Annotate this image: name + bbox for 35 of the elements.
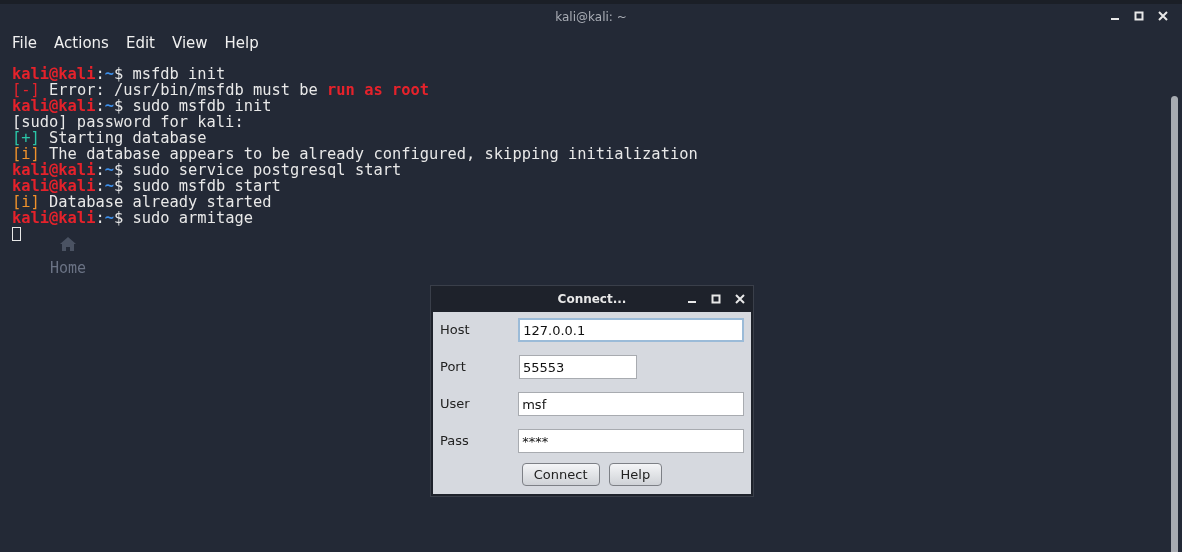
menu-item[interactable]: Edit — [117, 31, 163, 55]
terminal-line: kali@kali:~$ msfdb init — [12, 66, 227, 82]
terminal-line: kali@kali:~$ sudo msfdb init — [12, 98, 273, 114]
dialog-title: Connect... — [557, 291, 627, 308]
dialog-button[interactable]: Connect — [521, 463, 600, 486]
maximize-icon[interactable] — [1134, 11, 1144, 21]
menu-item[interactable]: File — [4, 31, 46, 55]
text-field[interactable]: msf — [518, 392, 744, 416]
menu-item[interactable]: Help — [216, 31, 267, 55]
menu-item[interactable]: Actions — [46, 31, 117, 55]
desktop-icon-label: Home — [50, 260, 87, 276]
close-icon[interactable] — [1158, 11, 1168, 21]
scrollbar-thumb[interactable] — [1171, 96, 1178, 552]
maximize-icon[interactable] — [711, 294, 721, 304]
field-label: Port — [440, 358, 467, 377]
text-field[interactable]: 127.0.0.1 — [518, 318, 744, 342]
terminal-line: [-] Error: /usr/bin/msfdb must be run as root — [12, 82, 430, 98]
terminal-line: kali@kali:~$ sudo service postgresql start — [12, 162, 402, 178]
menu-item[interactable]: View — [163, 31, 216, 55]
field-label: User — [440, 395, 471, 414]
close-icon[interactable] — [735, 294, 745, 304]
text-field[interactable]: 55553 — [519, 355, 637, 379]
terminal-line: [i] Database already started — [12, 194, 273, 210]
text-cursor — [12, 227, 21, 241]
dialog-button[interactable]: Help — [608, 463, 663, 486]
field-label: Host — [440, 321, 471, 340]
terminal-line: [+] Starting database — [12, 130, 208, 146]
home-icon — [59, 236, 78, 252]
terminal-line: kali@kali:~$ sudo msfdb start — [12, 178, 281, 194]
window-title: kali@kali: ~ — [555, 9, 627, 26]
field-label: Pass — [440, 432, 470, 451]
terminal-line: [sudo] password for kali: — [12, 114, 245, 130]
terminal-line: kali@kali:~$ sudo armitage — [12, 210, 254, 226]
terminal-line: [i] The database appears to be already configured, skipping initialization — [12, 146, 699, 162]
text-field[interactable]: **** — [518, 429, 744, 453]
